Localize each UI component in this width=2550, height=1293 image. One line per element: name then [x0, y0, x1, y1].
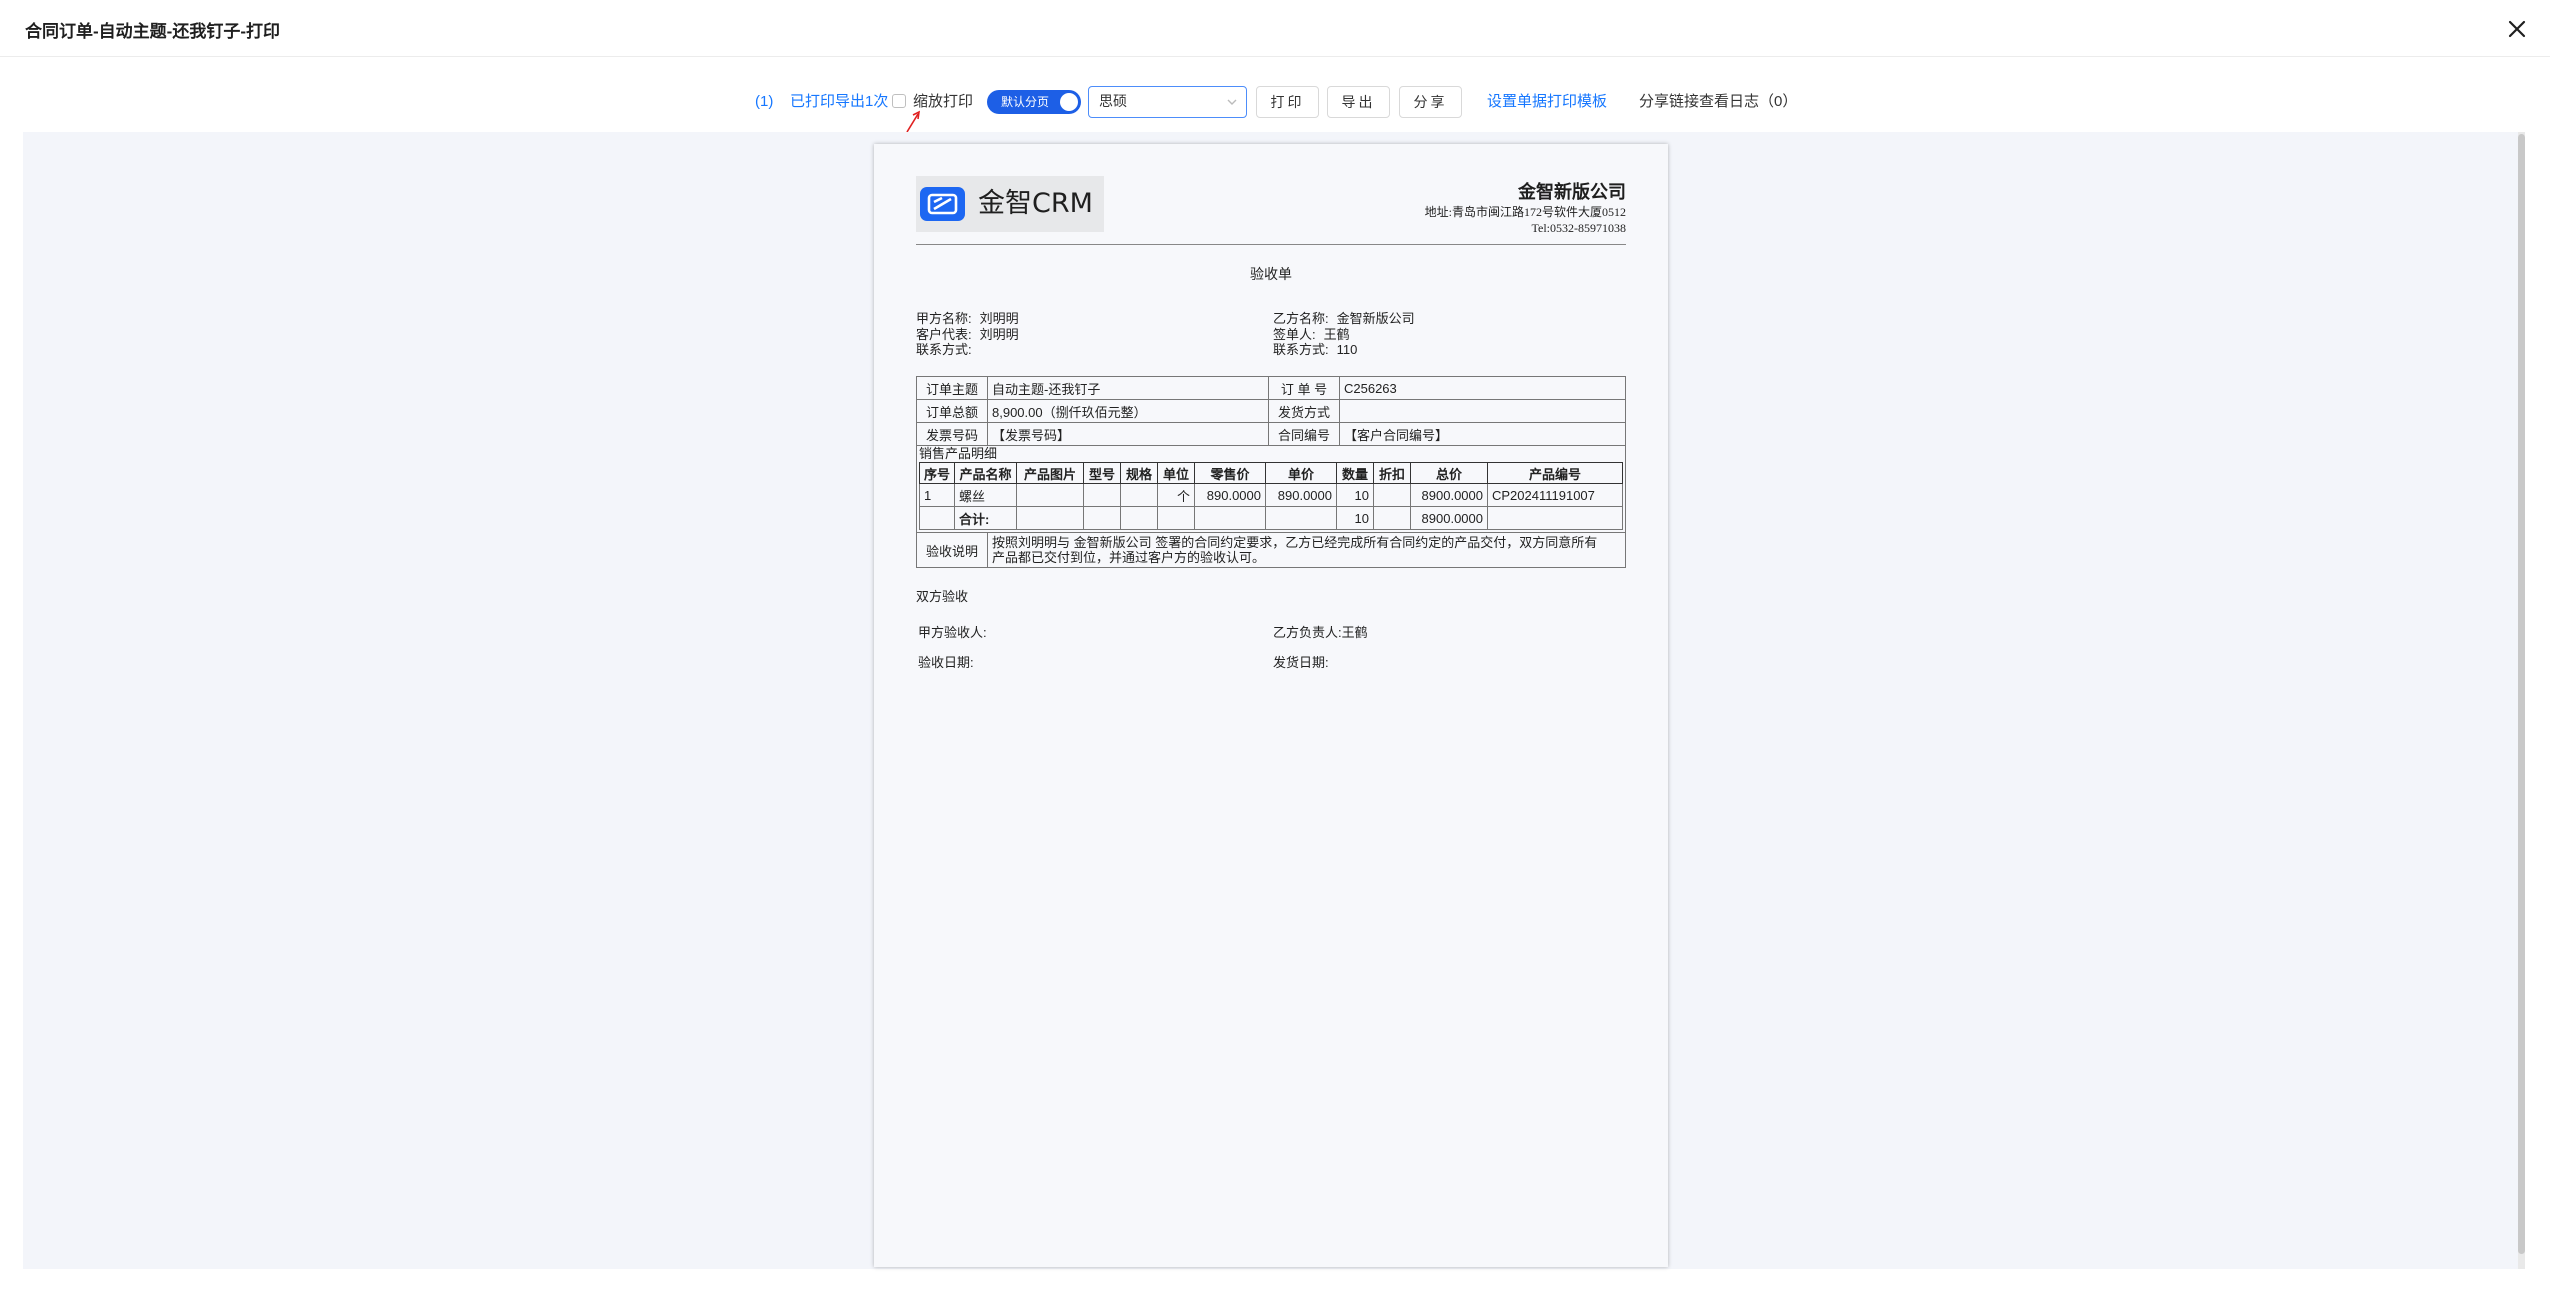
scale-print-checkbox[interactable] [892, 94, 906, 108]
logo-icon [920, 187, 965, 221]
print-status-link[interactable]: 已打印导出1次 [790, 84, 888, 120]
dialog-titlebar: 合同订单-自动主题-还我钉子-打印 [0, 0, 2550, 57]
page-count[interactable]: (1) [755, 84, 773, 120]
export-button[interactable]: 导出 [1327, 86, 1390, 118]
both-accept-label: 双方验收 [916, 589, 969, 604]
party-a-contact: 联系方式: [916, 342, 972, 357]
chevron-down-icon [1227, 99, 1237, 105]
template-select[interactable]: 思硕 [1088, 86, 1247, 118]
dialog-title: 合同订单-自动主题-还我钉子-打印 [25, 22, 280, 41]
logo-text: 金智CRM [978, 188, 1093, 219]
company-logo: 金智CRM [916, 176, 1104, 232]
print-page: 金智CRM 金智新版公司 地址:青岛市闽江路172号软件大厦0512 Tel:0… [874, 144, 1668, 1267]
company-address: 地址:青岛市闽江路172号软件大厦0512 [1424, 205, 1626, 219]
toggle-knob [1060, 93, 1078, 111]
company-name: 金智新版公司 [1518, 182, 1626, 202]
total-row: 合计: 10 8900.0000 [919, 506, 1623, 530]
share-button[interactable]: 分享 [1399, 86, 1462, 118]
product-header-row: 序号 产品名称 产品图片 型号 规格 单位 零售价 单价 数量 折扣 总价 产品… [919, 462, 1623, 484]
acceptance-text: 按照刘明明与 金智新版公司 签署的合同约定要求，乙方已经完成所有合同约定的产品交… [987, 532, 1626, 568]
company-block: 金智新版公司 地址:青岛市闽江路172号软件大厦0512 Tel:0532-85… [1425, 178, 1626, 236]
table-row: 1 螺丝 个 890.0000 890.0000 10 8900.0000 CP… [919, 483, 1623, 507]
party-b-owner: 乙方负责人:王鹤 [1273, 625, 1368, 640]
doc-title: 验收单 [1250, 266, 1292, 282]
scrollbar-thumb[interactable] [2518, 134, 2525, 1254]
party-b-contact: 联系方式: 110 [1273, 342, 1358, 357]
close-icon[interactable] [2504, 16, 2530, 42]
print-button[interactable]: 打印 [1256, 86, 1319, 118]
default-pagination-toggle[interactable]: 默认分页 [987, 90, 1081, 114]
order-info-table: 订单主题 自动主题-还我钉子 订 单 号 C256263 订单总额 8,900.… [916, 376, 1626, 568]
party-a-acceptor: 甲方验收人: [918, 625, 987, 640]
print-template-link[interactable]: 设置单据打印模板 [1487, 84, 1607, 120]
red-arrow-annotation [906, 110, 921, 133]
toggle-label: 默认分页 [1001, 95, 1050, 109]
product-section: 销售产品明细 序号 产品名称 产品图片 型号 规格 单位 零售价 单价 数量 折… [916, 445, 1626, 533]
accept-date: 验收日期: [918, 655, 974, 670]
share-log-link[interactable]: 分享链接查看日志（0） [1639, 84, 1797, 120]
company-tel: Tel:0532-85971038 [1531, 221, 1626, 235]
product-table: 序号 产品名称 产品图片 型号 规格 单位 零售价 单价 数量 折扣 总价 产品… [919, 462, 1623, 530]
template-select-value: 思硕 [1099, 93, 1127, 109]
print-toolbar: (1) 已打印导出1次 缩放打印 默认分页 思硕 打印 导出 分享 设置单据打印… [0, 84, 2550, 120]
ship-date: 发货日期: [1273, 655, 1329, 670]
header-divider [916, 244, 1626, 245]
